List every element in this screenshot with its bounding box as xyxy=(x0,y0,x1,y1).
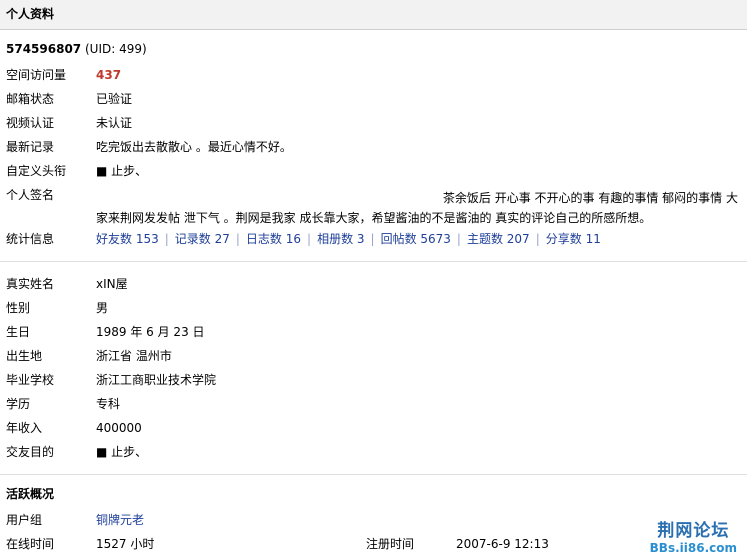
video-row: 视频认证 未认证 xyxy=(6,113,741,133)
income-value: 400000 xyxy=(96,421,142,435)
section-divider xyxy=(0,261,747,262)
visits-label: 空间访问量 xyxy=(6,68,67,82)
signature-label: 个人签名 xyxy=(6,188,55,202)
group-link[interactable]: 铜牌元老 xyxy=(96,510,741,530)
online-value: 1527 小时 xyxy=(96,537,155,551)
stats-separator: | xyxy=(456,232,461,246)
email-row: 邮箱状态 已验证 xyxy=(6,89,741,109)
custom-title-value: ■ 止步、 xyxy=(96,164,148,178)
stats-separator: | xyxy=(235,232,240,246)
watermark-url: BBs.ii86.com xyxy=(649,541,737,555)
email-value: 已验证 xyxy=(96,92,133,106)
threads-count-link[interactable]: 主题数 207 xyxy=(467,232,530,246)
register-label: 注册时间 xyxy=(366,537,415,551)
birthday-row: 生日 1989 年 6 月 23 日 xyxy=(6,322,741,342)
activity-title: 活跃概况 xyxy=(6,487,55,501)
birthplace-label: 出生地 xyxy=(6,349,43,363)
profile-header: 个人资料 xyxy=(0,0,747,30)
education-value: 专科 xyxy=(96,397,121,411)
shares-count-link[interactable]: 分享数 11 xyxy=(546,232,601,246)
recent-label: 最新记录 xyxy=(6,140,55,154)
birthplace-row: 出生地 浙江省 温州市 xyxy=(6,346,741,366)
signature-line-2: 家来荆网发发帖 泄下气 。荆网是我家 成长靠大家，希望酱油的不是酱油的 真实的评… xyxy=(96,211,652,225)
section-divider xyxy=(0,474,747,475)
online-row: 在线时间 1527 小时 注册时间 2007-6-9 12:13 xyxy=(6,534,741,554)
gender-label: 性别 xyxy=(6,301,31,315)
purpose-row: 交友目的 ■ 止步、 xyxy=(6,442,741,462)
birthday-label: 生日 xyxy=(6,325,31,339)
forum-watermark: 荆网论坛 BBs.ii86.com xyxy=(650,516,737,555)
realname-value: xIN屋 xyxy=(96,277,128,291)
stats-separator: | xyxy=(535,232,540,246)
group-row: 用户组 铜牌元老 xyxy=(6,510,741,530)
gender-row: 性别 男 xyxy=(6,298,741,318)
visits-row: 空间访问量 437 xyxy=(6,65,741,85)
realname-row: 真实姓名 xIN屋 xyxy=(6,274,741,294)
user-uid: (UID: 499) xyxy=(84,42,147,56)
education-row: 学历 专科 xyxy=(6,394,741,414)
register-value: 2007-6-9 12:13 xyxy=(456,537,549,551)
watermark-title: 荆网论坛 xyxy=(657,521,730,541)
school-label: 毕业学校 xyxy=(6,373,55,387)
stats-links: 好友数 153 | 记录数 27 | 日志数 16 | 相册数 3 | 回帖数 5673 | 主题数… xyxy=(96,229,741,249)
stats-separator: | xyxy=(164,232,169,246)
education-label: 学历 xyxy=(6,397,31,411)
birthday-value: 1989 年 6 月 23 日 xyxy=(96,325,205,339)
stats-separator: | xyxy=(307,232,312,246)
albums-count-link[interactable]: 相册数 3 xyxy=(317,232,364,246)
recent-row: 最新记录 吃完饭出去散散心 。最近心情不好。 xyxy=(6,137,741,157)
purpose-label: 交友目的 xyxy=(6,445,55,459)
signature-line-1: 茶余饭后 开心事 不开心的事 有趣的事情 郁闷的事情 大 xyxy=(442,191,738,205)
birthplace-value: 浙江省 温州市 xyxy=(96,349,172,363)
profile-header-title: 个人资料 xyxy=(6,7,55,21)
signature-text: 茶余饭后 开心事 不开心的事 有趣的事情 郁闷的事情 大 家来荆网发发帖 泄下气… xyxy=(96,188,738,228)
stats-separator: | xyxy=(370,232,375,246)
group-label: 用户组 xyxy=(6,513,43,527)
school-row: 毕业学校 浙江工商职业技术学院 xyxy=(6,370,741,390)
stats-row: 统计信息 好友数 153 | 记录数 27 | 日志数 16 | 相册数 3 | 回帖数 567… xyxy=(6,229,741,249)
custom-title-row: 自定义头衔 ■ 止步、 xyxy=(6,161,741,181)
purpose-value: ■ 止步、 xyxy=(96,445,148,459)
income-row: 年收入 400000 xyxy=(6,418,741,438)
video-value: 未认证 xyxy=(96,116,133,130)
gender-value: 男 xyxy=(96,301,109,315)
blogs-count-link[interactable]: 日志数 16 xyxy=(246,232,301,246)
friends-count-link[interactable]: 好友数 153 xyxy=(96,232,159,246)
online-label: 在线时间 xyxy=(6,537,55,551)
stats-label: 统计信息 xyxy=(6,232,55,246)
income-label: 年收入 xyxy=(6,421,43,435)
video-label: 视频认证 xyxy=(6,116,55,130)
school-value: 浙江工商职业技术学院 xyxy=(96,373,217,387)
recent-value: 吃完饭出去散散心 。最近心情不好。 xyxy=(96,140,292,154)
realname-label: 真实姓名 xyxy=(6,277,55,291)
records-count-link[interactable]: 记录数 27 xyxy=(175,232,230,246)
custom-title-label: 自定义头衔 xyxy=(6,164,67,178)
replies-count-link[interactable]: 回帖数 5673 xyxy=(381,232,451,246)
visits-value: 437 xyxy=(96,68,122,82)
user-name: 574596807 xyxy=(6,42,82,56)
email-label: 邮箱状态 xyxy=(6,92,55,106)
user-line: 574596807 (UID: 499) xyxy=(6,39,741,59)
